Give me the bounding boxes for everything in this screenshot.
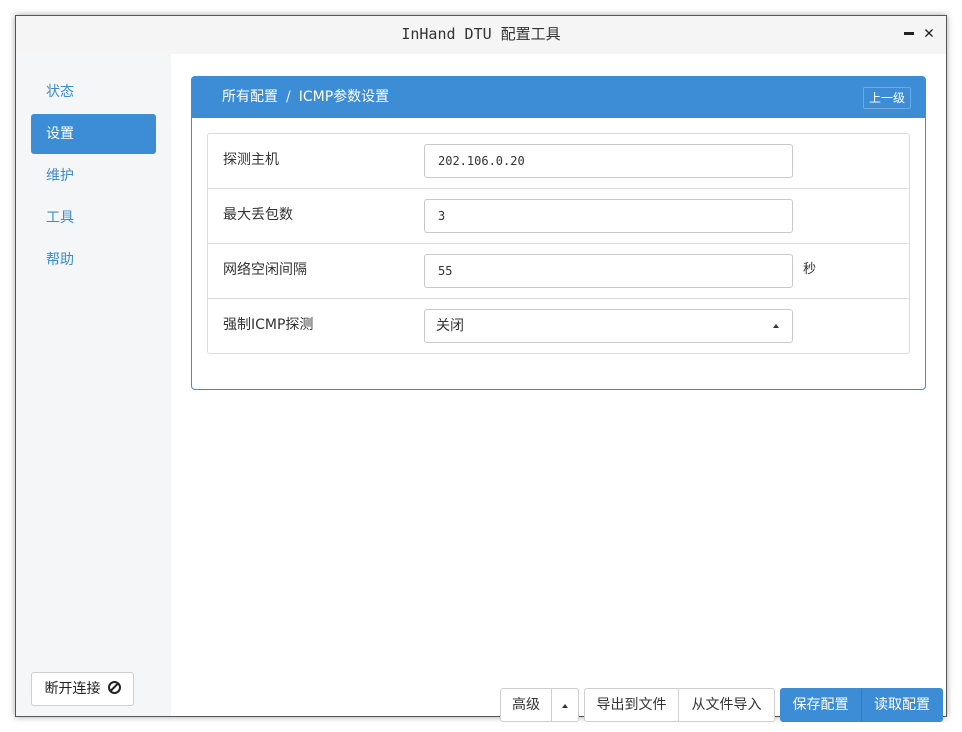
breadcrumb: 所有配置 / ICMP参数设置 上一级	[192, 77, 925, 118]
form-row-probe-host: 探测主机 202.106.0.20	[208, 134, 909, 189]
caret-up-icon	[773, 324, 779, 328]
breadcrumb-separator: /	[286, 89, 291, 105]
close-icon[interactable]: ✕	[921, 25, 937, 42]
form-row-idle-interval: 网络空闲间隔 55 秒	[208, 244, 909, 299]
sidebar-item-settings[interactable]: 设置	[31, 114, 156, 154]
breadcrumb-current: ICMP参数设置	[298, 89, 390, 105]
advanced-dropdown-button[interactable]	[552, 688, 579, 722]
disconnect-label: 断开连接	[44, 681, 101, 697]
app-window: InHand DTU 配置工具 ✕ 状态 设置 维护 工具 帮助 断开连接 所有…	[15, 15, 947, 722]
max-loss-input[interactable]: 3	[424, 199, 793, 233]
sidebar-item-tools[interactable]: 工具	[31, 198, 156, 238]
probe-host-label: 探测主机	[223, 152, 279, 168]
up-level-button[interactable]: 上一级	[863, 87, 911, 109]
max-loss-label: 最大丢包数	[223, 207, 293, 223]
idle-interval-label: 网络空闲间隔	[223, 262, 307, 278]
sidebar-item-status[interactable]: 状态	[31, 72, 156, 112]
export-to-file-button[interactable]: 导出到文件	[584, 688, 679, 722]
sidebar: 状态 设置 维护 工具 帮助	[16, 54, 171, 716]
force-icmp-label: 强制ICMP探测	[223, 317, 314, 333]
settings-form: 探测主机 202.106.0.20 最大丢包数 3 网络空闲间隔 55 秒 强制…	[207, 133, 910, 354]
read-config-button[interactable]: 读取配置	[861, 688, 943, 722]
form-row-max-loss: 最大丢包数 3	[208, 189, 909, 244]
advanced-button[interactable]: 高级	[500, 688, 552, 722]
sidebar-item-maintenance[interactable]: 维护	[31, 156, 156, 196]
import-from-file-button[interactable]: 从文件导入	[679, 688, 775, 722]
minimize-icon[interactable]	[902, 25, 918, 41]
ban-icon	[107, 681, 121, 694]
probe-host-input[interactable]: 202.106.0.20	[424, 144, 793, 178]
main-content: 所有配置 / ICMP参数设置 上一级 探测主机 202.106.0.20 最大丢包…	[171, 54, 946, 722]
sidebar-item-help[interactable]: 帮助	[31, 240, 156, 280]
caret-up-icon	[562, 704, 568, 708]
force-icmp-value: 关闭	[436, 318, 464, 334]
force-icmp-select[interactable]: 关闭	[424, 309, 793, 343]
window-title: InHand DTU 配置工具	[401, 25, 561, 43]
idle-interval-input[interactable]: 55	[424, 254, 793, 288]
form-row-force-icmp: 强制ICMP探测 关闭	[208, 299, 909, 354]
icmp-settings-panel: 所有配置 / ICMP参数设置 上一级 探测主机 202.106.0.20 最大丢包…	[191, 76, 926, 390]
idle-interval-unit: 秒	[803, 262, 817, 277]
save-config-button[interactable]: 保存配置	[780, 688, 861, 722]
title-bar: InHand DTU 配置工具 ✕	[16, 16, 946, 54]
disconnect-button[interactable]: 断开连接	[31, 672, 134, 706]
breadcrumb-root[interactable]: 所有配置	[222, 89, 278, 105]
